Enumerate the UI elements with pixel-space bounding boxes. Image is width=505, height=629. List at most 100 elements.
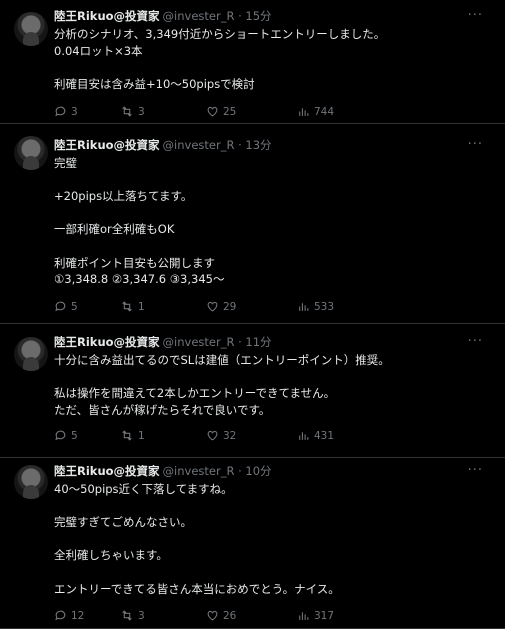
views-count: 431 <box>314 430 335 442</box>
tweet-line: +20pips以上落ちてます。 <box>54 189 193 204</box>
author-name[interactable]: 陸王Rikuo@投資家 <box>54 335 160 349</box>
like-count: 25 <box>223 106 237 118</box>
like-count: 29 <box>223 301 237 313</box>
reply-button[interactable]: 12 <box>54 608 84 624</box>
tweet-line <box>54 238 484 255</box>
more-icon[interactable]: ··· <box>468 8 483 24</box>
like-button[interactable]: 32 <box>206 428 236 444</box>
retweet-button[interactable]: 3 <box>120 104 145 120</box>
avatar[interactable] <box>14 465 48 499</box>
reply-count: 5 <box>71 430 78 442</box>
tweet-line: 利確目安は含み益+10〜50pipsで検討 <box>54 76 255 91</box>
author-name[interactable]: 陸王Rikuo@投資家 <box>54 138 160 152</box>
views-button[interactable]: 744 <box>297 104 334 120</box>
tweet-line <box>54 531 484 548</box>
views-count: 317 <box>314 610 335 622</box>
retweet-button[interactable]: 1 <box>120 428 145 444</box>
tweet-line: 十分に含み益出てるのでSLは建値（エントリーポイント）推奨。 <box>54 353 390 367</box>
like-button[interactable]: 25 <box>206 104 236 120</box>
tweet-line <box>54 369 484 386</box>
tweet-text: 分析のシナリオ、3,349付近からショートエントリーしました。 0.04ロット×3… <box>54 26 484 92</box>
tweet-line: 0.04ロット×3本 <box>54 43 143 58</box>
tweet-actions: 3 3 25 744 <box>54 104 494 120</box>
tweet-line: エントリーできてる皆さん本当におめでとう。ナイス。 <box>54 581 340 596</box>
tweet[interactable]: 陸王Rikuo@投資家 @invester_R · 11分 ··· 十分に含み益出てる… <box>0 324 505 458</box>
tweet-text: 十分に含み益出てるのでSLは建値（エントリーポイント）推奨。 私は操作を間違えて2… <box>54 352 484 418</box>
author-handle-time[interactable]: @invester_R · 11分 <box>163 335 272 349</box>
views-button[interactable]: 431 <box>297 428 334 444</box>
avatar[interactable] <box>14 12 48 46</box>
retweet-icon <box>120 106 138 118</box>
tweet-text: 40〜50pips近く下落してますね。 完璧すぎてごめんなさい。 全利確しちゃいます… <box>54 481 484 597</box>
reply-count: 3 <box>71 106 78 118</box>
tweet-line <box>54 205 484 222</box>
retweet-count: 3 <box>138 106 145 118</box>
heart-icon <box>206 301 223 313</box>
author-handle-time[interactable]: @invester_R · 13分 <box>163 138 272 152</box>
like-button[interactable]: 26 <box>206 608 236 624</box>
heart-icon <box>206 106 223 118</box>
tweet-line: 完璧すぎてごめんなさい。 <box>54 515 192 530</box>
tweet-header: 陸王Rikuo@投資家 @invester_R · 10分 <box>54 463 272 479</box>
reply-icon <box>54 430 71 442</box>
author-handle-time[interactable]: @invester_R · 15分 <box>163 9 272 23</box>
retweet-icon <box>120 301 138 313</box>
retweet-button[interactable]: 3 <box>120 608 145 624</box>
heart-icon <box>206 430 223 442</box>
tweet-header: 陸王Rikuo@投資家 @invester_R · 15分 <box>54 8 272 24</box>
like-count: 32 <box>223 430 237 442</box>
tweet-line: 40〜50pips近く下落してますね。 <box>54 482 233 496</box>
views-icon <box>297 301 314 313</box>
reply-button[interactable]: 3 <box>54 104 78 120</box>
reply-button[interactable]: 5 <box>54 299 78 315</box>
more-icon[interactable]: ··· <box>468 137 483 153</box>
retweet-count: 3 <box>138 610 145 622</box>
tweet-line: ただ、皆さんが稼げたらそれで良いです。 <box>54 402 271 417</box>
views-button[interactable]: 317 <box>297 608 334 624</box>
views-icon <box>297 610 314 622</box>
tweet-actions: 5 1 32 431 <box>54 428 494 444</box>
tweet-line <box>54 498 484 515</box>
views-count: 533 <box>314 301 335 313</box>
avatar[interactable] <box>14 136 48 170</box>
tweet-text: 完璧 +20pips以上落ちてます。 一部利確or全利確もOK 利確ポイント目安も公開… <box>54 155 484 288</box>
like-button[interactable]: 29 <box>206 299 236 315</box>
retweet-button[interactable]: 1 <box>120 299 145 315</box>
retweet-count: 1 <box>138 430 145 442</box>
tweet-line <box>54 59 484 76</box>
tweet-line <box>54 172 484 189</box>
views-button[interactable]: 533 <box>297 299 334 315</box>
like-count: 26 <box>223 610 237 622</box>
tweet-actions: 12 3 26 317 <box>54 608 494 624</box>
reply-icon <box>54 610 71 622</box>
retweet-icon <box>120 610 138 622</box>
more-icon[interactable]: ··· <box>468 334 483 350</box>
tweet[interactable]: 陸王Rikuo@投資家 @invester_R · 13分 ··· 完璧 +20pips… <box>0 124 505 324</box>
tweet-actions: 5 1 29 533 <box>54 299 494 315</box>
views-icon <box>297 106 314 118</box>
author-name[interactable]: 陸王Rikuo@投資家 <box>54 464 160 478</box>
tweet-line: 一部利確or全利確もOK <box>54 222 175 237</box>
reply-icon <box>54 106 71 118</box>
tweet[interactable]: 陸王Rikuo@投資家 @invester_R · 15分 ··· 分析のシナリオ、3… <box>0 0 505 124</box>
avatar[interactable] <box>14 337 48 371</box>
reply-button[interactable]: 5 <box>54 428 78 444</box>
tweet[interactable]: 陸王Rikuo@投資家 @invester_R · 10分 ··· 40〜50pips… <box>0 458 505 629</box>
more-icon[interactable]: ··· <box>468 463 483 479</box>
reply-count: 12 <box>71 610 85 622</box>
author-name[interactable]: 陸王Rikuo@投資家 <box>54 9 160 23</box>
tweet-line: 完璧 <box>54 156 77 170</box>
heart-icon <box>206 610 223 622</box>
views-count: 744 <box>314 106 335 118</box>
tweet-line: 私は操作を間違えて2本しかエントリーできてません。 <box>54 386 336 401</box>
reply-count: 5 <box>71 301 78 313</box>
tweet-header: 陸王Rikuo@投資家 @invester_R · 13分 <box>54 137 272 153</box>
tweet-line: 利確ポイント目安も公開します <box>54 255 215 270</box>
tweet-line: 分析のシナリオ、3,349付近からショートエントリーしました。 <box>54 27 386 41</box>
reply-icon <box>54 301 71 313</box>
tweet-line: ①3,348.8 ②3,347.6 ③3,345〜 <box>54 272 225 287</box>
views-icon <box>297 430 314 442</box>
retweet-icon <box>120 430 138 442</box>
tweet-header: 陸王Rikuo@投資家 @invester_R · 11分 <box>54 334 272 350</box>
author-handle-time[interactable]: @invester_R · 10分 <box>163 464 272 478</box>
